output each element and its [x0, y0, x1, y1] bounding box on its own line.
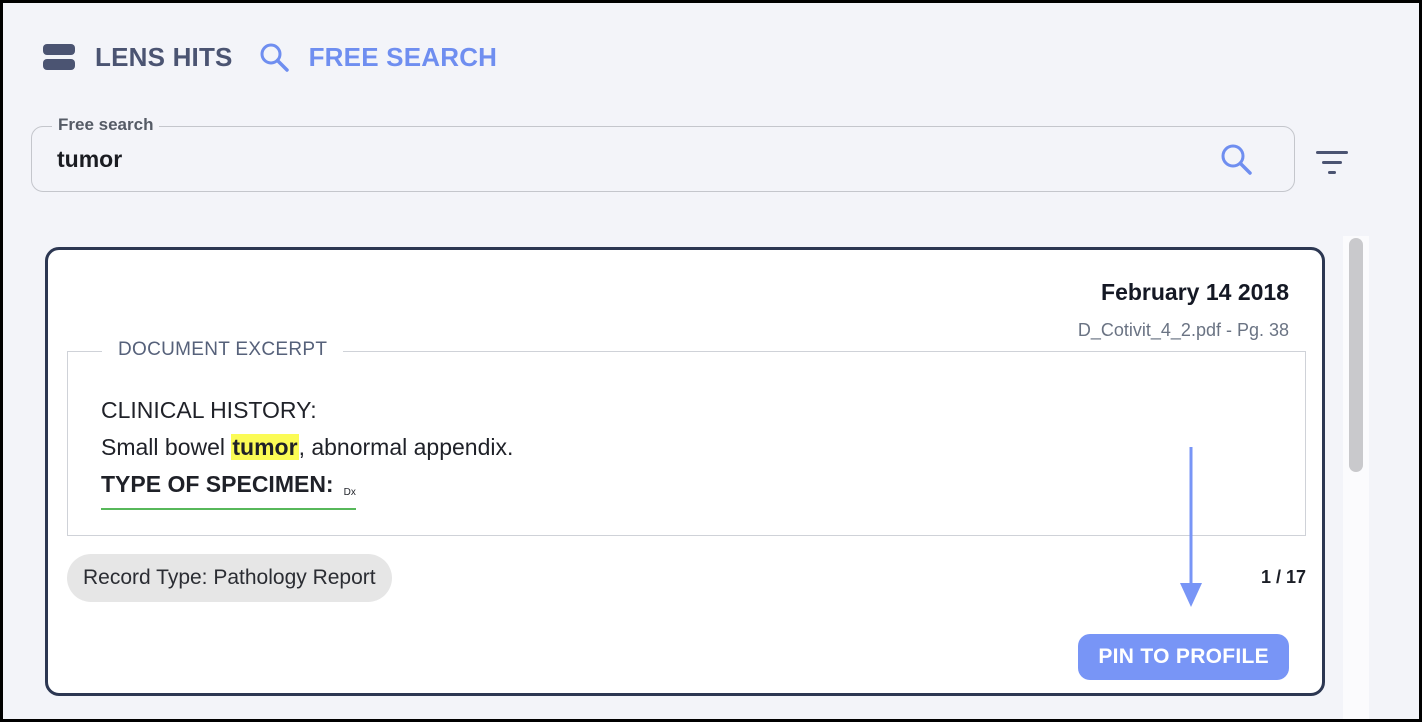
- record-type-badge: Record Type: Pathology Report: [67, 554, 392, 602]
- filter-button[interactable]: [1314, 149, 1350, 177]
- specimen-label: TYPE OF SPECIMEN:: [101, 471, 334, 497]
- tab-free-search[interactable]: FREE SEARCH: [259, 42, 498, 73]
- free-search-field: Free search: [31, 115, 1295, 192]
- filter-icon: [1316, 151, 1348, 174]
- tab-lens-hits[interactable]: LENS HITS: [43, 42, 233, 73]
- search-hit-highlight: tumor: [231, 434, 299, 460]
- annotated-span[interactable]: TYPE OF SPECIMEN: Dx: [101, 469, 356, 510]
- search-submit-button[interactable]: [1220, 143, 1254, 177]
- search-input[interactable]: [57, 141, 1197, 177]
- result-source-link[interactable]: D_Cotivit_4_2.pdf - Pg. 38: [1078, 320, 1289, 341]
- header-tabs: LENS HITS FREE SEARCH: [43, 39, 497, 75]
- excerpt-line-clinical-history: CLINICAL HISTORY:: [101, 397, 317, 423]
- document-excerpt: DOCUMENT EXCERPT CLINICAL HISTORY: Small…: [67, 339, 1306, 536]
- search-field-label: Free search: [52, 115, 160, 135]
- arrow-down-icon: [1180, 447, 1202, 607]
- tab-free-search-label: FREE SEARCH: [308, 41, 498, 72]
- app-frame: LENS HITS FREE SEARCH Free search tumor …: [3, 3, 1419, 719]
- search-icon: [1221, 144, 1252, 175]
- result-card[interactable]: February 14 2018 D_Cotivit_4_2.pdf - Pg.…: [45, 247, 1325, 696]
- hit-counter: 1 / 17: [1260, 567, 1306, 587]
- excerpt-text: CLINICAL HISTORY: Small bowel tumor, abn…: [101, 392, 513, 510]
- excerpt-text-before: Small bowel: [101, 434, 232, 460]
- scrollbar-track[interactable]: [1343, 236, 1369, 719]
- excerpt-line-specimen: TYPE OF SPECIMEN: Dx: [101, 466, 513, 510]
- excerpt-line-finding: Small bowel tumor, abnormal appendix.: [101, 429, 513, 466]
- search-icon: [259, 42, 289, 72]
- pin-to-profile-button[interactable]: PIN TO PROFILE: [1078, 634, 1289, 680]
- dx-annotation-tag: Dx: [343, 487, 356, 498]
- lens-hits-icon: [43, 44, 75, 70]
- scrollbar-thumb[interactable]: [1349, 238, 1363, 472]
- tab-lens-hits-label: LENS HITS: [95, 41, 233, 72]
- result-date: February 14 2018: [1101, 279, 1289, 305]
- excerpt-text-after: , abnormal appendix.: [298, 434, 514, 460]
- excerpt-label: DOCUMENT EXCERPT: [102, 339, 344, 361]
